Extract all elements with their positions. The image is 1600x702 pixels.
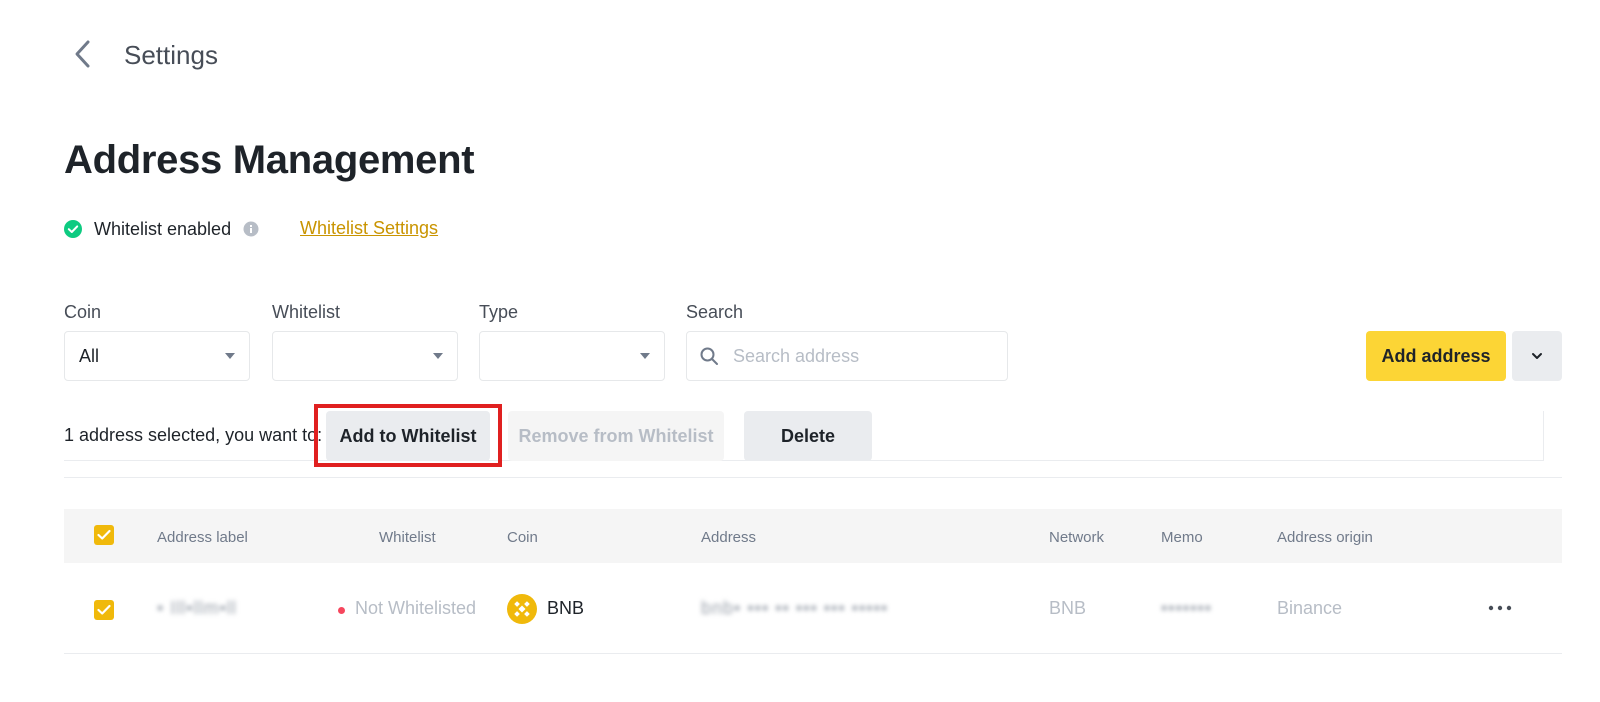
back-arrow-icon: [75, 40, 90, 68]
address-label-value: • Ill•llm•ll: [157, 598, 237, 618]
column-header-address-origin[interactable]: Address origin: [1277, 529, 1373, 546]
coin-select-value: All: [79, 345, 100, 366]
remove-from-whitelist-button[interactable]: Remove from Whitelist: [508, 411, 724, 461]
whitelist-filter-label: Whitelist: [272, 302, 341, 322]
whitelist-status: Whitelist enabled: [64, 216, 259, 242]
add-to-whitelist-button[interactable]: Add to Whitelist: [326, 411, 490, 461]
selection-summary: 1 address selected, you want to:: [64, 425, 323, 445]
column-header-address-label[interactable]: Address label: [157, 529, 248, 546]
address-value: bnb• ••• •• ••• ••• •••••: [701, 598, 889, 618]
whitelist-status-cell: Not Whitelisted: [355, 598, 477, 618]
address-origin-cell: Binance: [1277, 598, 1343, 618]
type-select[interactable]: [479, 331, 665, 381]
whitelist-settings-link[interactable]: Whitelist Settings: [300, 218, 438, 239]
coin-filter-label: Coin: [64, 302, 102, 322]
column-header-coin[interactable]: Coin: [507, 529, 538, 546]
caret-down-icon: [433, 353, 443, 359]
search-input[interactable]: [733, 345, 993, 367]
memo-cell: •••••••: [1161, 598, 1212, 619]
column-header-whitelist[interactable]: Whitelist: [379, 529, 436, 546]
header-title: Settings: [124, 40, 218, 70]
search-filter-label: Search: [686, 302, 744, 322]
row-checkbox[interactable]: [94, 600, 114, 620]
add-address-dropdown-button[interactable]: [1512, 331, 1562, 381]
chevron-down-icon: [1532, 353, 1542, 359]
row-more-button[interactable]: [1486, 594, 1514, 622]
column-header-network[interactable]: Network: [1049, 529, 1104, 546]
caret-down-icon: [225, 353, 235, 359]
bnb-coin-icon: [507, 594, 537, 624]
address-label-cell: • Ill•llm•ll: [157, 598, 237, 619]
add-address-button[interactable]: Add address: [1366, 331, 1506, 381]
select-all-checkbox[interactable]: [94, 525, 114, 545]
column-header-memo[interactable]: Memo: [1161, 529, 1203, 546]
info-icon[interactable]: [243, 221, 259, 237]
type-filter-label: Type: [479, 302, 519, 322]
caret-down-icon: [640, 353, 650, 359]
address-cell: bnb• ••• •• ••• ••• •••••: [701, 598, 888, 619]
whitelist-select[interactable]: [272, 331, 458, 381]
status-dot: [338, 607, 345, 614]
memo-value: •••••••: [1161, 598, 1213, 618]
divider: [64, 653, 1562, 654]
column-header-address[interactable]: Address: [701, 529, 756, 546]
network-cell: BNB: [1049, 598, 1087, 618]
check-circle-icon: [64, 220, 82, 238]
more-horizontal-icon: [1488, 605, 1512, 611]
whitelist-status-text: Whitelist enabled: [94, 218, 232, 239]
delete-button[interactable]: Delete: [744, 411, 872, 461]
search-icon: [700, 347, 718, 365]
search-field[interactable]: [686, 331, 1008, 381]
checkbox-checked-icon: [97, 604, 111, 615]
page-title: Address Management: [64, 138, 475, 182]
divider: [64, 477, 1562, 478]
checkbox-checked-icon: [97, 529, 111, 540]
back-button[interactable]: [66, 36, 98, 72]
coin-cell: BNB: [547, 598, 585, 618]
coin-select[interactable]: All: [64, 331, 250, 381]
